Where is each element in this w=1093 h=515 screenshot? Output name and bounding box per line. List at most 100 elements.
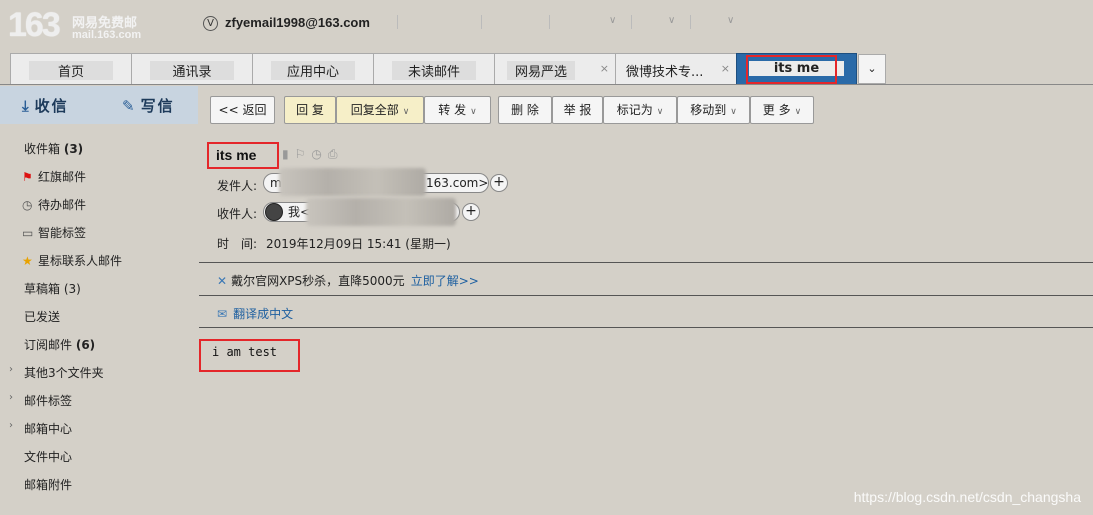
add-contact-button[interactable]: +	[462, 203, 480, 221]
tab-unread[interactable]: 未读邮件	[373, 53, 495, 84]
reply-all-label: 回复全部	[350, 103, 399, 117]
chevron-down-icon[interactable]: ∨	[403, 107, 410, 117]
tab-label: 网易严选	[507, 61, 576, 80]
move-to-button[interactable]: 移动到 ∨	[677, 96, 750, 124]
sidebar-item-label: 已发送	[24, 310, 61, 324]
chevron-down-icon[interactable]: ∨	[657, 107, 664, 117]
tab-app-center[interactable]: 应用中心	[252, 53, 374, 84]
ad-banner: ✕ 戴尔官网XPS秒杀，直降5000元 立即了解>>	[217, 272, 479, 289]
back-button[interactable]: << 返回	[210, 96, 275, 124]
sidebar-item-label: 文件中心	[24, 450, 73, 464]
mark-as-button[interactable]: 标记为 ∨	[603, 96, 677, 124]
top-divider	[481, 15, 482, 29]
close-icon[interactable]: ×	[721, 62, 730, 75]
time-label: 时 间:	[217, 237, 258, 251]
sidebar-item-attachments[interactable]: 邮箱附件	[24, 476, 72, 493]
sidebar-item-flagged[interactable]: ⚑ 红旗邮件	[22, 168, 86, 185]
sidebar-item-label: 待办邮件	[38, 198, 87, 212]
unread-count: (6)	[75, 338, 96, 352]
bookmark-icon[interactable]: ▮	[282, 147, 295, 161]
more-label: 更 多	[762, 103, 791, 117]
tag-icon: ▭	[22, 226, 34, 240]
sidebar-item-todo[interactable]: ◷ 待办邮件	[22, 196, 87, 213]
print-icon[interactable]: ⎙	[328, 147, 344, 161]
chevron-down-icon[interactable]: ∨	[730, 107, 737, 117]
logo-domain: mail.163.com	[72, 29, 142, 41]
sidebar-item-mail-center[interactable]: 邮箱中心	[24, 420, 72, 437]
vip-badge-icon[interactable]: V	[203, 16, 218, 31]
sidebar-item-mail-tags[interactable]: 邮件标签	[24, 392, 72, 409]
move-label: 移动到	[690, 103, 727, 117]
more-button[interactable]: 更 多 ∨	[750, 96, 814, 124]
chevron-right-icon[interactable]: ›	[9, 364, 13, 375]
top-divider	[690, 15, 691, 29]
tab-contacts[interactable]: 通讯录	[131, 53, 253, 84]
reply-button[interactable]: 回 复	[284, 96, 336, 124]
translate-icon: ✉	[217, 307, 228, 321]
account-email[interactable]: zfyemail1998@163.com	[225, 15, 370, 30]
flag-icon[interactable]: ⚐	[295, 147, 312, 161]
tab-label: 微博技术专...	[626, 65, 704, 80]
chevron-down-icon[interactable]: ∨	[668, 15, 675, 26]
sidebar-item-label: 其他3个文件夹	[24, 366, 104, 380]
chevron-down-icon[interactable]: ∨	[609, 15, 616, 26]
forward-label: 转 发	[438, 103, 467, 117]
add-contact-button[interactable]: +	[490, 174, 508, 192]
sidebar-item-label: 智能标签	[38, 226, 87, 240]
chevron-down-icon[interactable]: ∨	[727, 15, 734, 26]
divider	[199, 327, 1093, 328]
sidebar-item-starred-contacts[interactable]: ★ 星标联系人邮件	[22, 252, 123, 269]
tab-label: 未读邮件	[392, 61, 476, 80]
sidebar-item-other-folders[interactable]: 其他3个文件夹	[24, 364, 104, 381]
sidebar-item-sent[interactable]: 已发送	[24, 308, 60, 325]
redacted-sender	[279, 168, 426, 196]
dell-icon: ✕	[217, 274, 228, 288]
divider	[199, 295, 1093, 296]
forward-button[interactable]: 转 发 ∨	[424, 96, 491, 124]
tab-home[interactable]: 首页	[10, 53, 132, 84]
sidebar-item-file-center[interactable]: 文件中心	[24, 448, 72, 465]
download-icon: ⤓	[22, 97, 31, 115]
mail-time: 2019年12月09日 15:41 (星期一)	[266, 237, 451, 251]
pencil-icon: ✎	[122, 97, 137, 115]
avatar	[265, 203, 283, 221]
highlight-box	[207, 142, 279, 169]
delete-button[interactable]: 删 除	[498, 96, 552, 124]
sidebar-item-smart-tags[interactable]: ▭ 智能标签	[22, 224, 87, 241]
tab-label: 通讯录	[150, 61, 234, 80]
sidebar-item-inbox[interactable]: 收件箱 (3)	[24, 140, 83, 157]
receive-button[interactable]: ⤓ 收信	[22, 95, 69, 116]
top-divider	[549, 15, 550, 29]
highlight-box	[746, 55, 837, 84]
chevron-right-icon[interactable]: ›	[9, 392, 13, 403]
sidebar-item-drafts[interactable]: 草稿箱 (3)	[24, 280, 81, 297]
from-label: 发件人:	[217, 179, 258, 193]
translate-label: 翻译成中文	[233, 307, 294, 321]
sidebar-item-label: 收件箱	[24, 142, 61, 156]
ad-link[interactable]: 立即了解>>	[411, 274, 479, 288]
translate-link[interactable]: ✉ 翻译成中文	[217, 305, 293, 322]
compose-button[interactable]: ✎ 写信	[122, 95, 175, 116]
sidebar-item-label: 邮箱中心	[24, 422, 73, 436]
sidebar-item-label: 订阅邮件	[24, 338, 73, 352]
tab-weibo[interactable]: 微博技术专... ×	[615, 53, 737, 84]
tab-yanxuan[interactable]: 网易严选 ×	[494, 53, 616, 84]
reply-all-button[interactable]: 回复全部 ∨	[336, 96, 424, 124]
close-icon[interactable]: ×	[600, 62, 609, 75]
chevron-down-icon[interactable]: ∨	[470, 107, 477, 117]
chevron-right-icon[interactable]: ›	[9, 420, 13, 431]
sidebar-item-label: 星标联系人邮件	[38, 254, 123, 268]
receive-label: 收信	[34, 97, 69, 115]
logo-number: 163	[8, 6, 61, 44]
report-button[interactable]: 举 报	[552, 96, 603, 124]
red-flag-icon: ⚑	[22, 170, 33, 184]
clock-icon: ◷	[22, 198, 33, 212]
clock-icon[interactable]: ◷	[311, 147, 327, 161]
chevron-down-icon[interactable]: ∨	[795, 107, 802, 117]
tab-overflow-button[interactable]: ⌄	[858, 54, 886, 84]
sender-domain: 163.com>	[426, 176, 489, 190]
to-label: 收件人:	[217, 207, 258, 221]
mark-label: 标记为	[616, 103, 653, 117]
tab-label: 首页	[29, 61, 113, 80]
sidebar-item-subscriptions[interactable]: 订阅邮件 (6)	[24, 336, 95, 353]
